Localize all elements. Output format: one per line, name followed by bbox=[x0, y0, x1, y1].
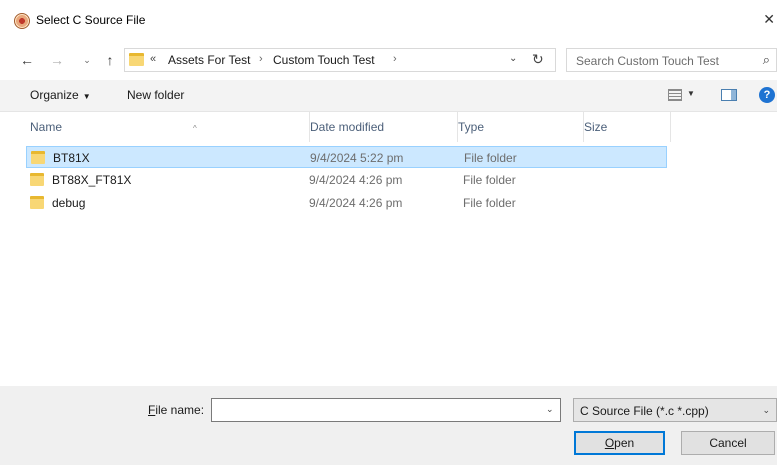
open-button[interactable]: Open bbox=[574, 431, 665, 455]
breadcrumb-overflow-icon[interactable]: « bbox=[150, 53, 156, 65]
title-bar: Select C Source File ✕ bbox=[0, 0, 777, 40]
command-toolbar: Organize ▼ New folder ▼ ? bbox=[0, 80, 777, 112]
file-name-history-chevron-icon[interactable]: ⌄ bbox=[546, 404, 554, 415]
sort-ascending-icon: ^ bbox=[193, 124, 197, 133]
close-button[interactable]: ✕ bbox=[759, 8, 777, 30]
folder-icon bbox=[129, 53, 144, 66]
new-folder-button[interactable]: New folder bbox=[127, 88, 184, 102]
app-icon bbox=[14, 13, 30, 29]
address-dropdown-icon[interactable]: ⌄ bbox=[509, 53, 517, 64]
column-header-name-label: Name bbox=[30, 120, 63, 134]
organize-label: Organize bbox=[30, 88, 79, 102]
search-placeholder: Search Custom Touch Test bbox=[576, 54, 719, 68]
cancel-button[interactable]: Cancel bbox=[681, 431, 775, 455]
file-type-filter-select[interactable]: C Source File (*.c *.cpp) ⌄ bbox=[573, 398, 777, 422]
column-header-name[interactable]: Name ^ bbox=[30, 112, 298, 142]
chevron-down-icon: ⌄ bbox=[762, 405, 770, 415]
file-type: File folder bbox=[463, 196, 516, 210]
breadcrumb-separator-icon[interactable]: › bbox=[393, 53, 397, 65]
breadcrumb-custom-touch-test[interactable]: Custom Touch Test bbox=[273, 53, 375, 67]
file-date-modified: 9/4/2024 4:26 pm bbox=[309, 196, 403, 210]
table-row[interactable]: debug 9/4/2024 4:26 pm File folder bbox=[26, 192, 667, 214]
search-icon[interactable]: ⌕ bbox=[763, 52, 770, 68]
forward-arrow-icon[interactable]: → bbox=[48, 50, 66, 70]
breadcrumb-assets-for-test[interactable]: Assets For Test bbox=[168, 53, 250, 67]
dialog-footer: File name: ⌄ C Source File (*.c *.cpp) ⌄… bbox=[0, 386, 777, 465]
help-icon[interactable]: ? bbox=[759, 87, 775, 103]
file-name-input[interactable] bbox=[211, 398, 561, 422]
up-arrow-icon[interactable]: ↑ bbox=[101, 50, 119, 70]
open-button-label: Open bbox=[604, 436, 635, 450]
folder-icon bbox=[31, 151, 45, 164]
table-row[interactable]: BT81X 9/4/2024 5:22 pm File folder bbox=[26, 146, 667, 168]
file-date-modified: 9/4/2024 4:26 pm bbox=[309, 173, 403, 187]
file-name: BT88X_FT81X bbox=[52, 173, 132, 187]
refresh-icon[interactable]: ↻ bbox=[532, 51, 544, 68]
preview-pane-icon[interactable] bbox=[721, 89, 737, 101]
window-title: Select C Source File bbox=[36, 13, 146, 27]
chevron-down-icon: ▼ bbox=[82, 92, 91, 101]
search-input[interactable]: Search Custom Touch Test ⌕ bbox=[566, 48, 777, 72]
file-name: BT81X bbox=[53, 151, 90, 165]
file-type: File folder bbox=[463, 173, 516, 187]
file-date-modified: 9/4/2024 5:22 pm bbox=[310, 151, 404, 165]
address-bar[interactable]: « Assets For Test › Custom Touch Test › … bbox=[124, 48, 556, 72]
file-type: File folder bbox=[464, 151, 517, 165]
organize-button[interactable]: Organize ▼ bbox=[30, 88, 91, 102]
column-header-type[interactable]: Type bbox=[457, 112, 583, 142]
back-arrow-icon[interactable]: ← bbox=[18, 50, 36, 70]
file-type-filter-value: C Source File (*.c *.cpp) bbox=[580, 404, 709, 418]
column-header-date-modified[interactable]: Date modified bbox=[309, 112, 457, 142]
file-name-label: File name: bbox=[148, 403, 205, 417]
folder-icon bbox=[30, 196, 44, 209]
file-name: debug bbox=[52, 196, 86, 210]
recent-locations-chevron-icon[interactable]: ⌄ bbox=[80, 50, 94, 70]
column-header-size[interactable]: Size bbox=[583, 112, 671, 142]
file-list[interactable]: Name ^ Date modified Type Size BT81X 9/4… bbox=[0, 112, 777, 386]
view-options-chevron-icon[interactable]: ▼ bbox=[687, 89, 695, 98]
column-header-type-label: Type bbox=[458, 120, 485, 134]
column-header-size-label: Size bbox=[584, 120, 608, 134]
column-header-date-label: Date modified bbox=[310, 120, 385, 134]
table-row[interactable]: BT88X_FT81X 9/4/2024 4:26 pm File folder bbox=[26, 169, 667, 191]
breadcrumb-separator-icon[interactable]: › bbox=[259, 53, 263, 65]
change-view-icon[interactable] bbox=[668, 89, 682, 101]
folder-icon bbox=[30, 173, 44, 186]
